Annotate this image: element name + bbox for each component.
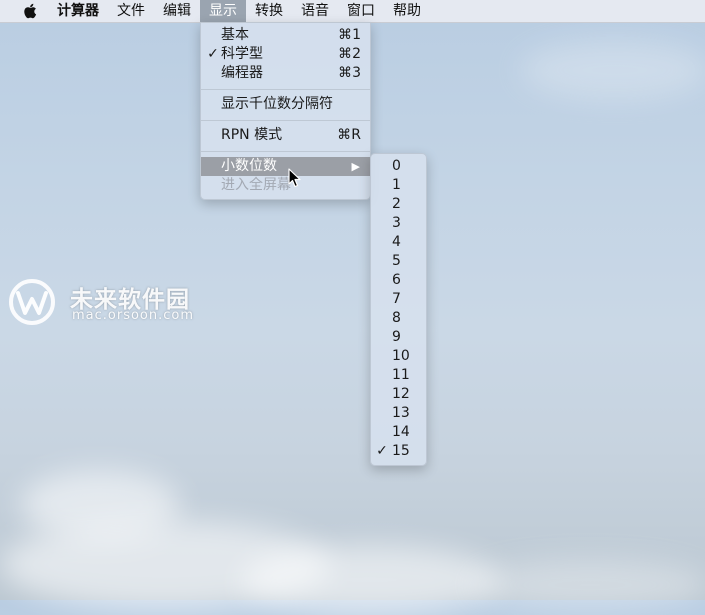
desktop-cloud xyxy=(240,545,500,615)
desktop-cloud xyxy=(470,560,705,610)
decimal-option-0[interactable]: 0 xyxy=(371,157,426,176)
decimal-option-14[interactable]: 14 xyxy=(371,423,426,442)
decimal-option-label: 15 xyxy=(392,443,410,459)
menu-item-programmer[interactable]: 编程器 ⌘3 xyxy=(201,64,370,83)
menu-bar: 计算器 文件 编辑 显示 转换 语音 窗口 帮助 xyxy=(0,0,705,23)
menu-calculator[interactable]: 计算器 xyxy=(48,0,108,22)
shortcut-label: ⌘3 xyxy=(338,65,361,81)
submenu-arrow-icon: ▶ xyxy=(351,160,360,173)
decimal-option-8[interactable]: 8 xyxy=(371,309,426,328)
decimal-option-label: 10 xyxy=(392,348,410,364)
decimal-option-6[interactable]: 6 xyxy=(371,271,426,290)
decimal-option-4[interactable]: 4 xyxy=(371,233,426,252)
decimal-option-10[interactable]: 10 xyxy=(371,347,426,366)
menu-item-decimal-places[interactable]: 小数位数 ▶ xyxy=(201,157,370,176)
menu-item-label: 编程器 xyxy=(221,65,263,81)
decimal-option-15[interactable]: ✓ 15 xyxy=(371,442,426,461)
menu-item-label: 科学型 xyxy=(221,46,263,62)
decimal-option-label: 6 xyxy=(392,272,401,288)
menu-item-label: 小数位数 xyxy=(221,158,277,174)
shortcut-label: ⌘1 xyxy=(338,27,361,43)
menu-item-label: 进入全屏幕 xyxy=(221,177,291,193)
decimal-option-label: 12 xyxy=(392,386,410,402)
menu-item-enter-fullscreen: 进入全屏幕 xyxy=(201,176,370,195)
decimal-option-label: 11 xyxy=(392,367,410,383)
menu-item-label: 显示千位数分隔符 xyxy=(221,96,333,112)
menu-item-thousands-separator[interactable]: 显示千位数分隔符 xyxy=(201,95,370,114)
decimal-option-label: 7 xyxy=(392,291,401,307)
decimal-option-label: 5 xyxy=(392,253,401,269)
decimal-option-3[interactable]: 3 xyxy=(371,214,426,233)
menu-separator xyxy=(201,89,370,90)
shortcut-label: ⌘R xyxy=(337,127,361,143)
watermark-url: mac.orsoon.com xyxy=(72,308,195,323)
decimal-option-7[interactable]: 7 xyxy=(371,290,426,309)
apple-logo-icon[interactable] xyxy=(22,2,38,20)
decimal-option-label: 8 xyxy=(392,310,401,326)
decimal-option-label: 13 xyxy=(392,405,410,421)
decimal-option-12[interactable]: 12 xyxy=(371,385,426,404)
menu-edit[interactable]: 编辑 xyxy=(154,0,200,22)
menu-item-label: RPN 模式 xyxy=(221,127,283,143)
decimal-option-label: 0 xyxy=(392,158,401,174)
decimal-option-1[interactable]: 1 xyxy=(371,176,426,195)
decimal-option-9[interactable]: 9 xyxy=(371,328,426,347)
menu-speech[interactable]: 语音 xyxy=(292,0,338,22)
menu-convert[interactable]: 转换 xyxy=(246,0,292,22)
decimal-option-label: 2 xyxy=(392,196,401,212)
menu-view[interactable]: 显示 xyxy=(200,0,246,22)
menu-item-basic[interactable]: 基本 ⌘1 xyxy=(201,26,370,45)
decimal-places-submenu: 0 1 2 3 4 5 6 7 8 9 10 11 12 13 14 ✓ 15 xyxy=(370,153,427,466)
decimal-option-2[interactable]: 2 xyxy=(371,195,426,214)
decimal-option-label: 3 xyxy=(392,215,401,231)
decimal-option-13[interactable]: 13 xyxy=(371,404,426,423)
menu-file[interactable]: 文件 xyxy=(108,0,154,22)
desktop-cloud xyxy=(520,40,705,100)
watermark: 未来软件园 mac.orsoon.com xyxy=(8,278,228,328)
menu-item-scientific[interactable]: ✓ 科学型 ⌘2 xyxy=(201,45,370,64)
decimal-option-11[interactable]: 11 xyxy=(371,366,426,385)
menu-separator xyxy=(201,120,370,121)
checkmark-icon: ✓ xyxy=(376,443,388,459)
decimal-option-label: 14 xyxy=(392,424,410,440)
checkmark-icon: ✓ xyxy=(207,46,219,62)
decimal-option-5[interactable]: 5 xyxy=(371,252,426,271)
menu-item-rpn-mode[interactable]: RPN 模式 ⌘R xyxy=(201,126,370,145)
menu-item-label: 基本 xyxy=(221,27,249,43)
decimal-option-label: 1 xyxy=(392,177,401,193)
shortcut-label: ⌘2 xyxy=(338,46,361,62)
watermark-logo-icon xyxy=(9,279,55,325)
mouse-cursor-icon xyxy=(288,168,301,188)
decimal-option-label: 4 xyxy=(392,234,401,250)
menu-help[interactable]: 帮助 xyxy=(384,0,430,22)
menu-separator xyxy=(201,151,370,152)
decimal-option-label: 9 xyxy=(392,329,401,345)
view-menu-dropdown: 基本 ⌘1 ✓ 科学型 ⌘2 编程器 ⌘3 显示千位数分隔符 RPN 模式 ⌘R… xyxy=(200,22,371,200)
menu-window[interactable]: 窗口 xyxy=(338,0,384,22)
